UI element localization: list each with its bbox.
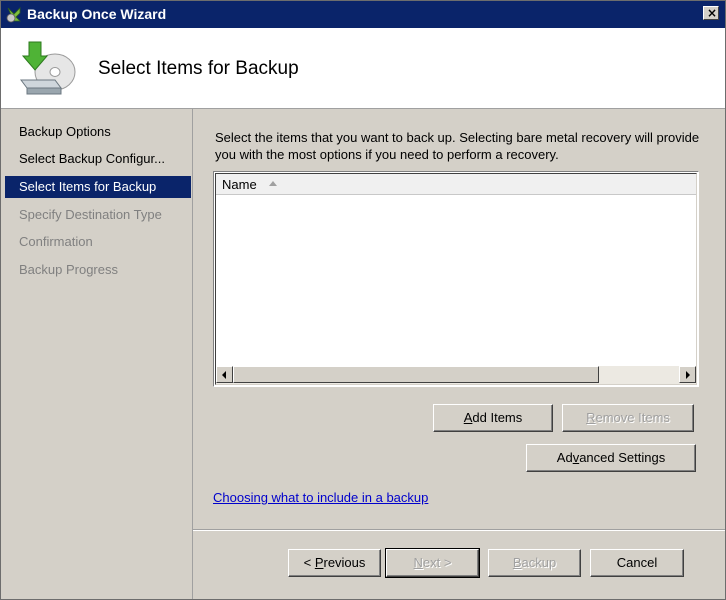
next-mnemonic: N xyxy=(413,555,423,570)
scroll-right-button[interactable] xyxy=(679,366,696,383)
backup-label: ackup xyxy=(521,555,557,570)
remove-items-button[interactable]: Remove Items xyxy=(562,404,694,432)
column-name-label: Name xyxy=(222,177,257,192)
advanced-settings-button[interactable]: Advanced Settings xyxy=(526,444,696,472)
advanced-settings-label-end: anced Settings xyxy=(579,450,666,465)
items-list[interactable]: Name xyxy=(213,171,699,387)
advanced-settings-label-start: Ad xyxy=(556,450,573,465)
step-backup-progress: Backup Progress xyxy=(19,262,118,277)
close-button[interactable]: × xyxy=(703,6,719,20)
wizard-content: Select the items that you want to back u… xyxy=(193,109,725,599)
column-header-name[interactable]: Name xyxy=(216,174,696,195)
step-backup-options: Backup Options xyxy=(19,124,111,139)
previous-label-start: < xyxy=(303,555,315,570)
backup-app-icon xyxy=(6,7,21,23)
sort-ascending-icon xyxy=(269,181,277,186)
backup-button[interactable]: Backup xyxy=(488,549,581,577)
next-label: ext > xyxy=(422,555,452,570)
step-confirmation: Confirmation xyxy=(19,234,93,249)
add-items-label: dd Items xyxy=(472,410,523,425)
title-bar[interactable]: Backup Once Wizard × xyxy=(1,1,725,28)
help-link[interactable]: Choosing what to include in a backup xyxy=(213,490,428,505)
scrollbar-thumb[interactable] xyxy=(233,366,599,383)
wizard-header: Select Items for Backup xyxy=(1,28,725,109)
add-items-button[interactable]: Add Items xyxy=(433,404,553,432)
items-list-frame: Name xyxy=(215,173,697,385)
step-select-backup-configuration: Select Backup Configur... xyxy=(19,151,165,166)
wizard-window: Backup Once Wizard × Select Items for Ba… xyxy=(0,0,726,600)
arrow-left-icon xyxy=(222,371,226,379)
cancel-button[interactable]: Cancel xyxy=(590,549,684,577)
previous-button[interactable]: < Previous xyxy=(288,549,381,577)
window-title: Backup Once Wizard xyxy=(27,6,167,22)
close-icon: × xyxy=(707,6,718,20)
wizard-steps: Backup Options Select Backup Configur...… xyxy=(1,109,193,599)
backup-drive-icon xyxy=(20,41,76,95)
scroll-left-button[interactable] xyxy=(216,366,233,383)
page-title: Select Items for Backup xyxy=(98,58,299,79)
remove-items-label: emove Items xyxy=(595,410,670,425)
horizontal-scrollbar[interactable] xyxy=(216,366,696,384)
next-button[interactable]: Next > xyxy=(385,548,480,578)
step-specify-destination-type: Specify Destination Type xyxy=(19,207,162,222)
previous-label-end: revious xyxy=(323,555,366,570)
instructions-text: Select the items that you want to back u… xyxy=(215,130,700,162)
step-select-items-for-backup: Select Items for Backup xyxy=(5,176,191,198)
footer-separator xyxy=(193,529,725,531)
arrow-right-icon xyxy=(686,371,690,379)
